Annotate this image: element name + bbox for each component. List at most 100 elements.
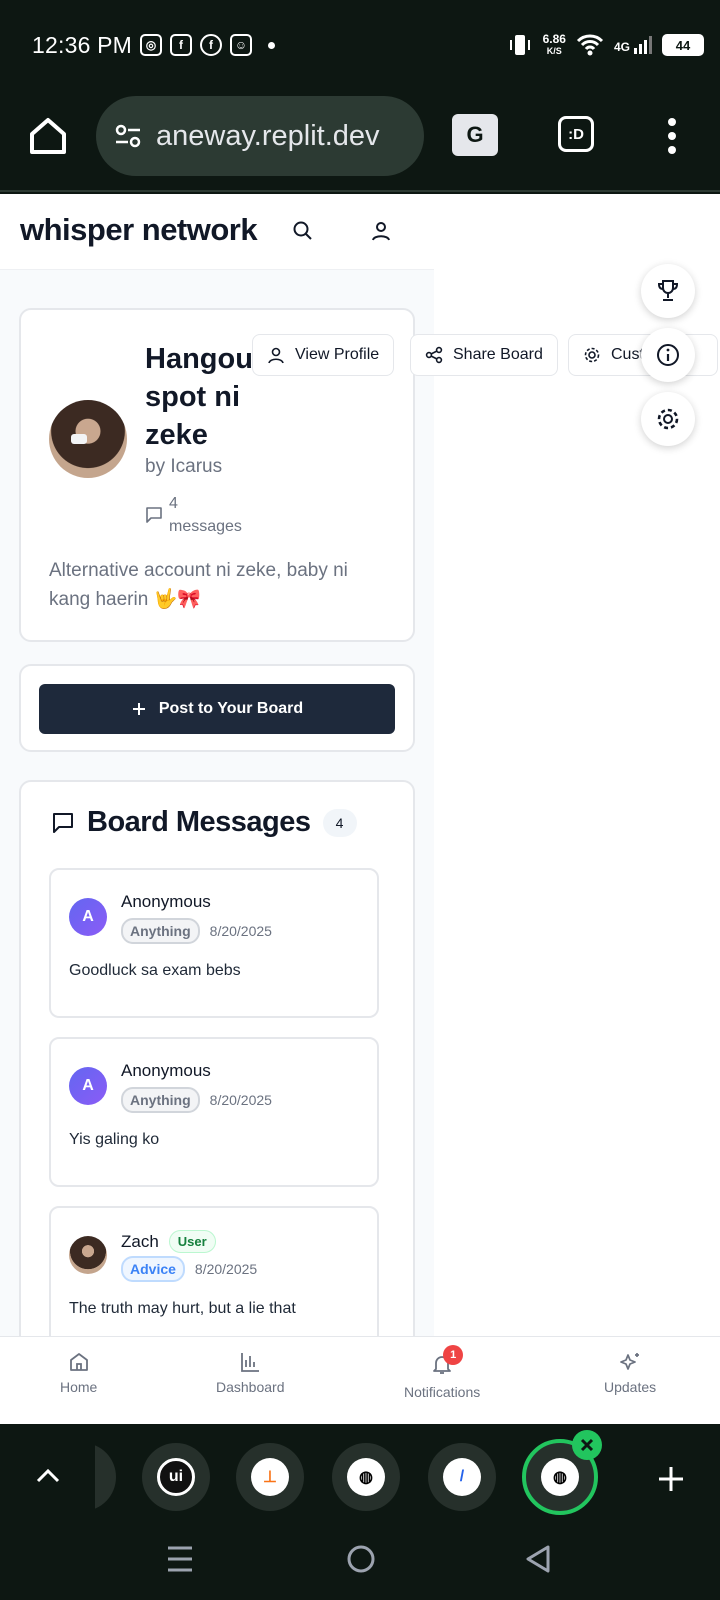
- board-messages-title: Board Messages: [87, 806, 311, 838]
- settings-fab[interactable]: [641, 392, 695, 446]
- new-tab-icon[interactable]: [656, 1464, 686, 1494]
- chevron-up-icon[interactable]: [34, 1462, 62, 1490]
- nav-notifications-label: Notifications: [404, 1384, 481, 1400]
- info-fab[interactable]: [641, 328, 695, 382]
- globe-icon: ◍: [347, 1458, 385, 1496]
- close-tab-icon[interactable]: [572, 1430, 602, 1460]
- share-board-button[interactable]: Share Board: [410, 334, 558, 376]
- bottom-nav: Home Dashboard 1 Notifications Updates: [0, 1336, 720, 1424]
- browser-tab-strip: ui ⊥ ◍ / ◍: [0, 1424, 720, 1530]
- search-icon[interactable]: [292, 220, 314, 242]
- share-board-label: Share Board: [453, 346, 543, 363]
- site-settings-icon[interactable]: [112, 120, 144, 152]
- message-meta: Advice 8/20/2025: [121, 1256, 257, 1282]
- back-icon[interactable]: [524, 1544, 552, 1574]
- plus-icon: [132, 703, 145, 715]
- category-tag: Anything: [121, 918, 200, 944]
- user-role-badge: User: [168, 1230, 216, 1253]
- message-meta: Anything 8/20/2025: [121, 1087, 272, 1113]
- message-text: Yis galing ko: [69, 1131, 160, 1148]
- address-bar[interactable]: aneway.replit.dev: [96, 96, 424, 176]
- wifi-icon: [576, 34, 604, 56]
- board-owner[interactable]: by Icarus: [145, 456, 222, 478]
- nav-home-label: Home: [60, 1379, 98, 1395]
- tab-ads-app[interactable]: /: [428, 1443, 496, 1511]
- browser-toolbar: aneway.replit.dev G :D: [0, 92, 720, 192]
- app-header: whisper network: [0, 194, 434, 270]
- status-bar: 12:36 PM ◎ f f ☺ 6.86 K/S 4G 44: [0, 0, 720, 92]
- message-author: Anonymous: [121, 1061, 211, 1081]
- board-avatar: [49, 400, 127, 478]
- trophy-icon: [657, 280, 679, 301]
- nav-home[interactable]: Home: [60, 1351, 97, 1395]
- globe-icon: ◍: [541, 1458, 579, 1496]
- board-messages-count: 4: [322, 808, 357, 837]
- bar-chart-icon: [241, 1353, 260, 1372]
- tab-ui-app[interactable]: ui: [142, 1443, 210, 1511]
- vibrate-icon: [509, 35, 530, 55]
- avatar: A: [69, 898, 107, 936]
- tab-globe-app[interactable]: ◍: [332, 1443, 400, 1511]
- user-icon: [268, 347, 284, 364]
- home-icon[interactable]: [26, 114, 70, 158]
- post-card: Post to Your Board: [19, 664, 415, 752]
- nav-dashboard-label: Dashboard: [216, 1379, 285, 1395]
- message-date: 8/20/2025: [194, 1261, 258, 1277]
- post-to-board-label: Post to Your Board: [158, 700, 304, 717]
- netspeed-value: 6.86: [542, 32, 566, 46]
- url-text: aneway.replit.dev: [156, 119, 380, 152]
- nav-updates[interactable]: Updates: [604, 1351, 656, 1395]
- view-profile-button[interactable]: View Profile: [252, 334, 395, 376]
- message-icon: [53, 812, 73, 833]
- notification-badge: 1: [443, 1345, 464, 1365]
- user-icon[interactable]: [370, 220, 392, 242]
- brand-logo[interactable]: whisper network: [20, 212, 258, 248]
- nav-notifications[interactable]: 1 Notifications: [404, 1345, 481, 1400]
- board-messages-card: Board Messages 4 A Anonymous Anything 8/…: [19, 780, 415, 1380]
- nav-updates-label: Updates: [604, 1379, 657, 1395]
- gear-icon: [584, 347, 600, 363]
- facebook-icon: f: [170, 34, 192, 56]
- info-icon: [657, 344, 679, 366]
- message-author: Zach User: [121, 1230, 216, 1253]
- message-date: 8/20/2025: [209, 1092, 272, 1108]
- more-notifications-icon: [268, 41, 275, 49]
- more-menu-icon[interactable]: [660, 114, 684, 158]
- message-meta: Anything 8/20/2025: [121, 918, 272, 944]
- avatar: A: [69, 1067, 107, 1105]
- message-author-name: Anonymous: [121, 892, 211, 911]
- message-item[interactable]: Zach User Advice 8/20/2025 The truth may…: [49, 1206, 379, 1356]
- message-item[interactable]: A Anonymous Anything 8/20/2025 Goodluck …: [49, 868, 379, 1018]
- board-messages-header: Board Messages 4: [51, 806, 357, 839]
- nav-dashboard[interactable]: Dashboard: [216, 1351, 285, 1395]
- discord-icon: ☺: [230, 34, 252, 56]
- recent-apps-icon[interactable]: [166, 1544, 194, 1574]
- network-type: 4G: [613, 40, 630, 54]
- message-item[interactable]: A Anonymous Anything 8/20/2025 Yis galin…: [49, 1037, 379, 1187]
- facebook-circle-icon: f: [200, 34, 222, 56]
- message-icon: [146, 507, 162, 523]
- message-count-label: messages: [169, 518, 242, 535]
- message-count-value: 4: [169, 495, 178, 512]
- notification-icons: ◎ f f ☺: [140, 34, 275, 56]
- board-description: Alternative account ni zeke, baby ni kan…: [49, 560, 348, 610]
- translate-icon[interactable]: G: [452, 114, 498, 156]
- signal-icon: 4G: [614, 36, 652, 54]
- status-time: 12:36 PM: [32, 32, 133, 58]
- extension-icon[interactable]: :D: [558, 116, 594, 152]
- bell-wrapper: 1: [431, 1345, 464, 1378]
- message-text: The truth may hurt, but a lie that: [69, 1300, 296, 1317]
- instagram-icon: ◎: [140, 34, 162, 56]
- message-author: Anonymous: [121, 892, 211, 912]
- system-navigation-bar: [0, 1530, 720, 1600]
- tab-orange-app[interactable]: ⊥: [236, 1443, 304, 1511]
- message-author-name: Zach: [121, 1231, 159, 1251]
- home-button-icon[interactable]: [346, 1544, 376, 1574]
- ui-app-icon: ui: [157, 1458, 195, 1496]
- netspeed-unit: K/S: [546, 46, 562, 56]
- category-tag: Anything: [121, 1087, 200, 1113]
- page-viewport: whisper network Hangout spot ni zeke by …: [0, 194, 720, 1424]
- message-text: Goodluck sa exam bebs: [69, 962, 241, 979]
- post-to-board-button[interactable]: Post to Your Board: [39, 684, 395, 734]
- leaderboard-fab[interactable]: [641, 264, 695, 318]
